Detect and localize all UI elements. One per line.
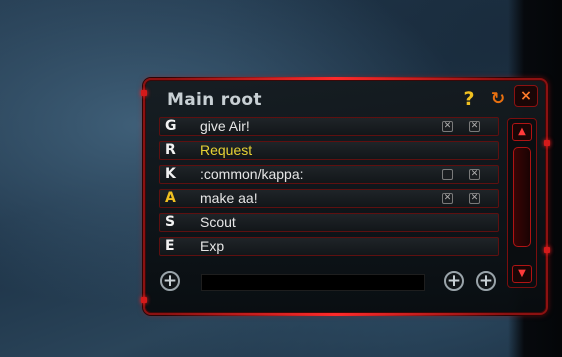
command-row[interactable]: G give Air! ✕ ✕	[159, 117, 499, 136]
add-folder-button[interactable]: +	[444, 271, 464, 291]
row-label: give Air!	[200, 118, 250, 134]
row-checkbox[interactable]	[442, 169, 453, 180]
corner-stud	[544, 140, 550, 146]
scroll-down-button[interactable]: ▼	[512, 265, 532, 283]
row-hotkey: A	[165, 190, 176, 206]
command-row[interactable]: S Scout	[159, 213, 499, 232]
row-hotkey: S	[165, 214, 176, 230]
row-label: make aa!	[200, 190, 258, 206]
panel-title: Main root	[167, 90, 262, 110]
scroll-up-button[interactable]: ▲	[512, 123, 532, 141]
scroll-thumb[interactable]	[513, 147, 531, 247]
corner-stud	[141, 90, 147, 96]
panel-glow-top	[165, 77, 506, 80]
row-checkbox[interactable]: ✕	[469, 193, 480, 204]
main-root-panel: Main root ? ↻ × G give Air! ✕ ✕ R Reques…	[141, 77, 550, 316]
command-list: G give Air! ✕ ✕ R Request K :common/kapp…	[159, 117, 499, 261]
row-hotkey: K	[165, 166, 176, 182]
row-hotkey: G	[165, 118, 177, 134]
row-checkbox[interactable]: ✕	[442, 121, 453, 132]
name-input[interactable]	[201, 274, 425, 291]
row-label: Scout	[200, 214, 236, 230]
row-checkbox[interactable]: ✕	[442, 193, 453, 204]
refresh-icon[interactable]: ↻	[490, 88, 506, 110]
row-label: :common/kappa:	[200, 166, 304, 182]
add-button[interactable]: +	[160, 271, 180, 291]
command-row[interactable]: A make aa! ✕ ✕	[159, 189, 499, 208]
corner-stud	[544, 247, 550, 253]
panel-glow-bottom	[165, 313, 506, 316]
row-checkbox[interactable]: ✕	[469, 121, 480, 132]
command-row[interactable]: E Exp	[159, 237, 499, 256]
row-label: Request	[200, 142, 253, 158]
row-label: Exp	[200, 238, 225, 254]
command-row[interactable]: K :common/kappa: ✕	[159, 165, 499, 184]
row-checkbox[interactable]: ✕	[469, 169, 480, 180]
row-hotkey: R	[165, 142, 176, 158]
help-icon[interactable]: ?	[461, 88, 477, 110]
add-item-button[interactable]: +	[476, 271, 496, 291]
scrollbar[interactable]: ▲ ▼	[507, 118, 537, 288]
command-row[interactable]: R Request	[159, 141, 499, 160]
corner-stud	[141, 297, 147, 303]
close-button[interactable]: ×	[514, 85, 538, 107]
row-hotkey: E	[165, 238, 175, 254]
